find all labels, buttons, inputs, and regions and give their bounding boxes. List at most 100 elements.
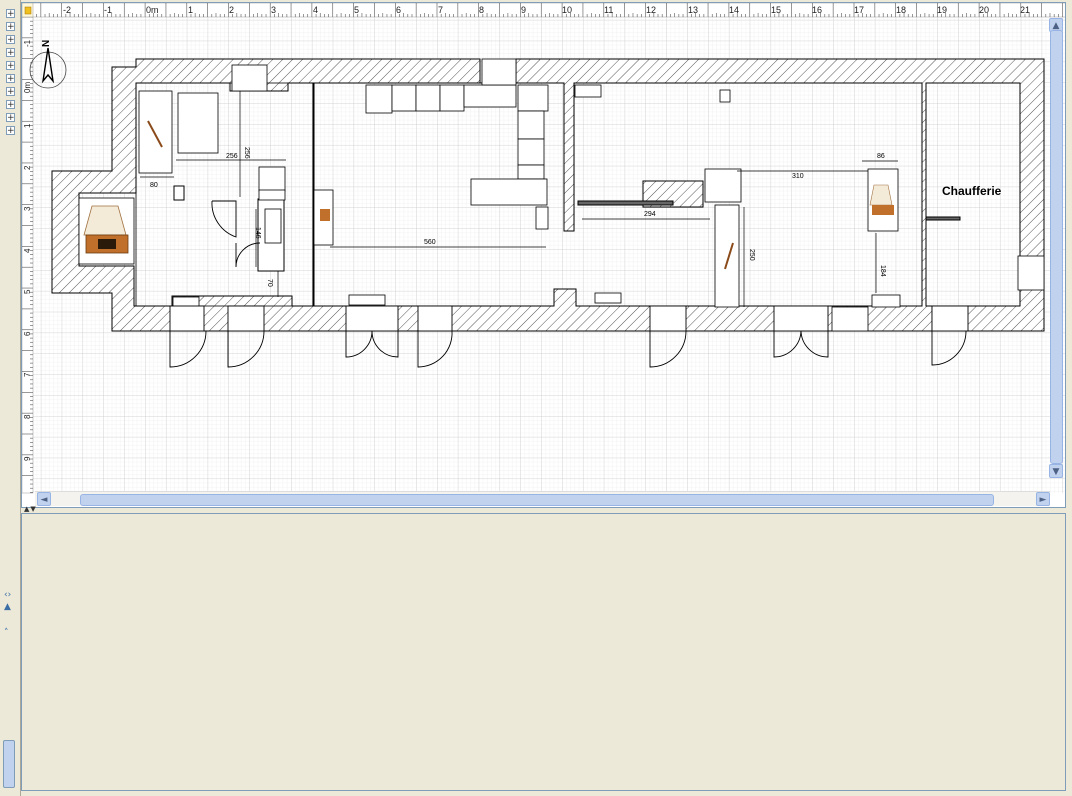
ruler-y-label: 0m [23, 82, 32, 93]
appliance-icon [415, 84, 441, 112]
ruler-x-label: 3 [271, 5, 276, 15]
appliance-icon [871, 294, 901, 308]
ruler-x-label: 12 [646, 5, 656, 15]
dimension-label: 560 [424, 239, 436, 246]
ruler-y-label: 4 [23, 248, 32, 253]
splitter-arrows-icon[interactable]: ▲▼ [24, 505, 37, 513]
expand-icon[interactable]: + [6, 87, 15, 97]
plan-view[interactable]: -2 -1 0m 1 2 3 4 5 6 7 8 9 10 11 12 13 1… [21, 2, 1066, 508]
staircase-icon [138, 90, 173, 174]
appliance-icon [348, 294, 386, 306]
top-ruler: -2 -1 0m 1 2 3 4 5 6 7 8 9 10 11 12 13 1… [22, 3, 1065, 18]
dimension-label: 294 [644, 211, 656, 218]
room-label: Chaufferie [942, 184, 1002, 198]
ruler-x-label: 9 [521, 5, 526, 15]
appliance-icon [258, 189, 286, 201]
expand-icon[interactable]: + [6, 9, 15, 19]
appliance-icon [594, 292, 622, 304]
ruler-x-label: 7 [438, 5, 443, 15]
appliance-icon [517, 110, 545, 140]
ruler-x-label: 2 [229, 5, 234, 15]
ruler-y-label: -1 [23, 39, 32, 47]
ruler-x-label: 17 [854, 5, 864, 15]
ruler-x-label: 11 [604, 5, 613, 15]
scroll-down-icon[interactable]: ▼ [1049, 464, 1063, 478]
3d-view-pane[interactable] [21, 513, 1066, 791]
left-tool-strip: + + + + + + + + + + ‹› ▲ ˄ [0, 0, 21, 796]
dimension-label: 256 [226, 153, 238, 160]
ruler-x-label: 0m [146, 5, 159, 15]
ruler-y-label: 7 [23, 372, 32, 377]
ruler-x-label: 21 [1020, 5, 1030, 15]
floor-plan-canvas[interactable]: -2 -1 0m 1 2 3 4 5 6 7 8 9 10 11 12 13 1… [22, 3, 1066, 508]
appliance-icon [1017, 255, 1045, 291]
scroll-right-icon[interactable]: ► [1036, 492, 1050, 506]
appliance-icon [391, 84, 417, 112]
appliance-icon [574, 84, 602, 98]
ruler-x-label: 20 [979, 5, 989, 15]
ruler-y-label: 5 [23, 289, 32, 294]
ruler-y-label: 6 [23, 331, 32, 336]
ruler-y-label: 3 [23, 206, 32, 211]
appliance-icon [517, 84, 549, 112]
dimension-label: 310 [792, 173, 804, 180]
ruler-x-label: 6 [396, 5, 401, 15]
appliance-icon [463, 84, 517, 108]
appliance-icon [439, 84, 465, 112]
horizontal-scroll-thumb[interactable] [80, 494, 994, 506]
dimension-label: 86 [877, 153, 885, 160]
ruler-x-label: 8 [479, 5, 484, 15]
appliance-icon [264, 208, 282, 244]
appliance-icon [481, 58, 517, 86]
expand-icon[interactable]: + [6, 61, 15, 71]
appliance-icon [517, 164, 545, 180]
staircase-icon [714, 204, 740, 308]
expand-icon[interactable]: + [6, 113, 15, 123]
lock-icon[interactable] [24, 6, 32, 15]
appliance-icon [258, 166, 286, 192]
expand-icon[interactable]: + [6, 74, 15, 84]
split-arrows-icon[interactable]: ‹› [4, 590, 11, 600]
ruler-x-label: 5 [354, 5, 359, 15]
ruler-x-label: -2 [63, 5, 71, 15]
expand-icon[interactable]: + [6, 126, 15, 136]
appliance-icon [517, 138, 545, 166]
appliance-icon [365, 84, 393, 114]
left-scroll-thumb[interactable] [3, 740, 15, 788]
ruler-x-label: 19 [937, 5, 947, 15]
ruler-x-label: 16 [812, 5, 822, 15]
ruler-x-label: 14 [729, 5, 739, 15]
compass-north-label: N [41, 40, 52, 47]
expand-icon[interactable]: + [6, 100, 15, 110]
appliance-icon [231, 64, 268, 92]
appliance-icon [719, 89, 731, 103]
ruler-x-label: 10 [562, 5, 572, 15]
appliance-icon [535, 206, 549, 230]
ruler-x-label: 4 [313, 5, 318, 15]
ruler-y-label: 9 [23, 456, 32, 461]
expand-icon[interactable]: + [6, 35, 15, 45]
dimension-label: 70 [266, 279, 273, 287]
scroll-left-icon[interactable]: ◄ [37, 492, 51, 506]
ruler-y-label: 1 [23, 123, 32, 128]
vertical-scroll-thumb[interactable] [1050, 30, 1063, 464]
ruler-x-label: 1 [188, 5, 193, 15]
appliance-icon [470, 178, 548, 206]
appliance-icon [704, 168, 742, 203]
appliance-icon [177, 92, 219, 154]
chevron-up-icon[interactable]: ˄ [4, 628, 9, 638]
ruler-x-label: -1 [104, 5, 112, 15]
collapse-up-icon[interactable]: ▲ [4, 602, 11, 612]
ruler-x-label: 18 [896, 5, 906, 15]
left-ruler: -1 0m 1 2 3 4 5 6 7 8 9 [22, 16, 34, 494]
ruler-y-label: 2 [23, 165, 32, 170]
dimension-label: 146 [254, 227, 261, 239]
ruler-x-label: 15 [771, 5, 781, 15]
expand-icon[interactable]: + [6, 22, 15, 32]
expand-icon[interactable]: + [6, 48, 15, 58]
ruler-x-label: 13 [688, 5, 698, 15]
appliance-icon [172, 296, 200, 308]
appliance-icon [831, 306, 869, 332]
dimension-label: 256 [243, 147, 250, 159]
ruler-y-label: 8 [23, 414, 32, 419]
